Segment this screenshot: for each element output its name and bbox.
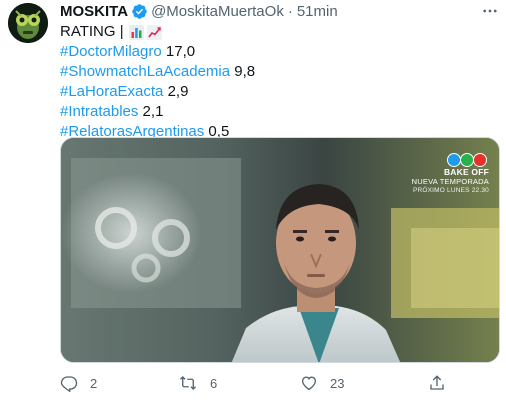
channel-logo-icon (447, 152, 487, 168)
promo-schedule: PRÓXIMO LUNES 22.30 (412, 187, 489, 194)
tweet-text: RATING | #DoctorMilagro 17,0 #ShowmatchL… (60, 22, 500, 142)
reply-button[interactable]: 2 (60, 372, 97, 394)
rating-value: 17,0 (161, 43, 196, 60)
retweet-count: 6 (210, 375, 218, 391)
bar-chart-emoji-icon (128, 24, 144, 40)
tweet-header: MOSKITA @MoskitaMuertaOk · 51min (60, 1, 338, 21)
like-button[interactable]: 23 (300, 372, 344, 394)
timestamp[interactable]: 51min (297, 3, 338, 20)
hashtag-link[interactable]: #DoctorMilagro (60, 42, 162, 62)
hashtag-link[interactable]: #LaHoraExacta (60, 82, 163, 102)
hashtag-link[interactable]: #ShowmatchLaAcademia (60, 62, 230, 82)
tweet-line: #LaHoraExacta 2,9 (60, 82, 500, 102)
rating-value: 9,8 (230, 63, 256, 80)
avatar[interactable] (8, 3, 48, 43)
share-button[interactable] (428, 372, 446, 394)
tweet[interactable]: MOSKITA @MoskitaMuertaOk · 51min RATING … (0, 0, 506, 412)
promo-title: BAKE OFF (443, 167, 489, 177)
tweet-line: #DoctorMilagro 17,0 (60, 42, 500, 62)
retweet-button[interactable]: 6 (178, 372, 217, 394)
more-options-button[interactable] (478, 0, 502, 22)
tweet-line: RATING | (60, 22, 500, 42)
tweet-actions: 2 6 23 (60, 372, 500, 394)
promo-overlay: BAKE OFF NUEVA TEMPORADA PRÓXIMO LUNES 2… (412, 168, 489, 195)
verified-badge-icon (131, 3, 148, 20)
promo-subtitle: NUEVA TEMPORADA (411, 177, 489, 186)
handle[interactable]: @MoskitaMuertaOk (151, 3, 284, 20)
rating-value: 2,9 (163, 83, 189, 100)
reply-icon (60, 376, 78, 392)
like-count: 23 (330, 375, 345, 391)
hashtag-link[interactable]: #Intratables (60, 102, 138, 122)
tweet-media-image[interactable]: BAKE OFF NUEVA TEMPORADA PRÓXIMO LUNES 2… (60, 137, 500, 363)
retweet-icon (180, 376, 196, 390)
chart-increasing-emoji-icon (146, 24, 162, 40)
separator-dot: · (287, 2, 293, 20)
display-name[interactable]: MOSKITA (60, 3, 128, 20)
more-icon (483, 9, 497, 13)
tweet-line: #ShowmatchLaAcademia 9,8 (60, 62, 500, 82)
line-text: RATING | (60, 23, 124, 40)
share-icon (430, 375, 444, 390)
rating-value: 2,1 (138, 103, 164, 120)
reply-count: 2 (90, 375, 98, 391)
tweet-line: #Intratables 2,1 (60, 102, 500, 122)
heart-icon (301, 376, 317, 391)
